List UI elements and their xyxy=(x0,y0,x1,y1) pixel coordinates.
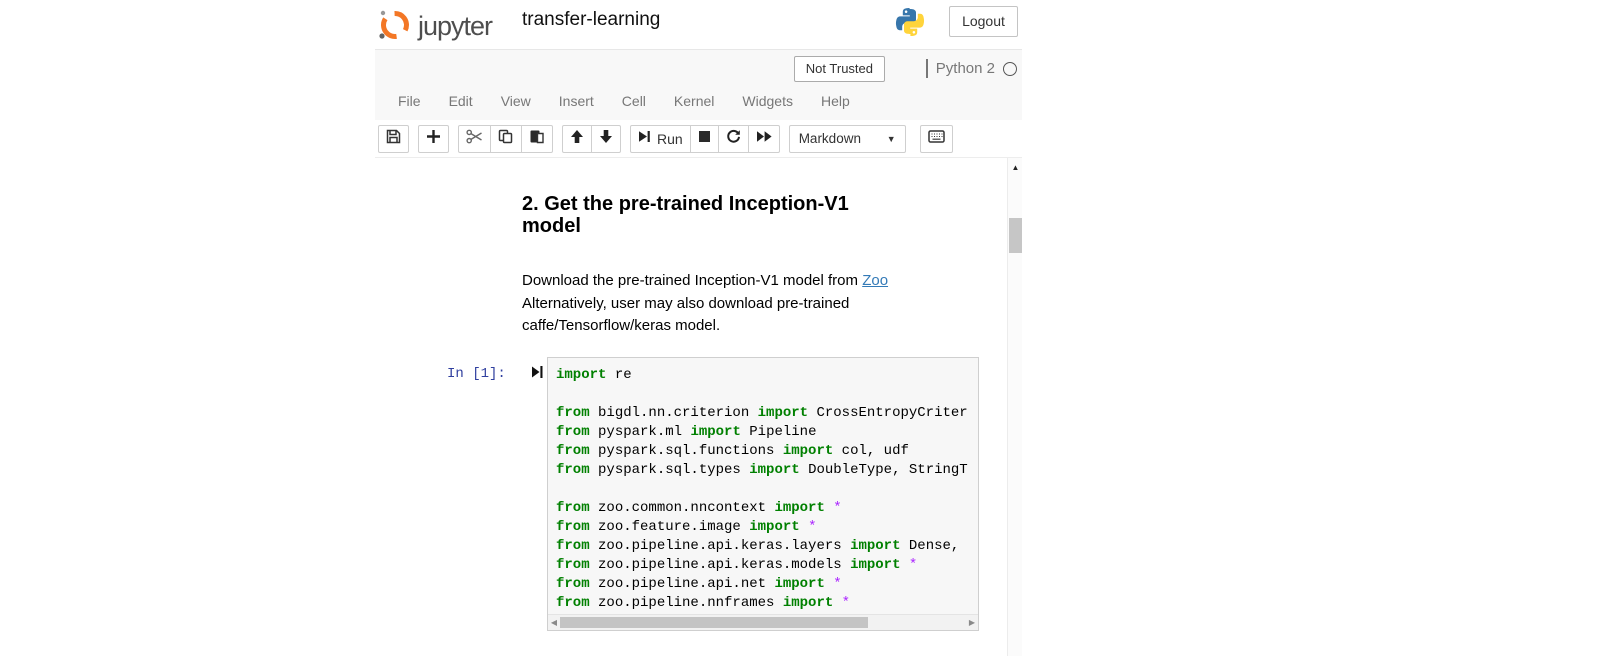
section-heading: 2. Get the pre-trained Inception-V1 mode… xyxy=(522,194,922,237)
cell-type-value: Markdown xyxy=(799,131,861,146)
run-button-label: Run xyxy=(657,131,683,147)
notebook-title[interactable]: transfer-learning xyxy=(522,9,660,31)
kernel-name: Python 2 xyxy=(936,60,995,77)
page-canvas: jupyter transfer-learning Logout Not Tru… xyxy=(0,0,1600,656)
logout-button[interactable]: Logout xyxy=(949,6,1018,37)
menu-edit[interactable]: Edit xyxy=(435,87,487,117)
cell-type-dropdown[interactable]: Markdown ▼ xyxy=(789,125,906,153)
main-toolbar: Run Markdown ▼ xyxy=(375,120,1022,158)
command-palette-button[interactable] xyxy=(920,125,953,153)
jupyter-app: jupyter transfer-learning Logout Not Tru… xyxy=(375,0,1022,656)
not-trusted-badge[interactable]: Not Trusted xyxy=(794,56,885,82)
menu-widgets[interactable]: Widgets xyxy=(728,87,807,117)
menu-cell[interactable]: Cell xyxy=(608,87,660,117)
zoo-link[interactable]: Zoo xyxy=(862,272,888,289)
chevron-down-icon: ▼ xyxy=(887,134,896,144)
keyboard-icon xyxy=(928,130,945,148)
menu-kernel[interactable]: Kernel xyxy=(660,87,728,117)
horizontal-scrollbar[interactable]: ◀ ▶ xyxy=(548,614,978,630)
navbar: Not Trusted Python 2 File Edit View Inse… xyxy=(375,49,1022,120)
scroll-right-icon[interactable]: ▶ xyxy=(966,615,978,630)
vertical-scroll-thumb[interactable] xyxy=(1009,218,1022,253)
restart-kernel-button[interactable] xyxy=(718,125,749,153)
restart-icon xyxy=(726,129,741,149)
save-button[interactable] xyxy=(378,125,409,153)
kernel-indicator: Python 2 xyxy=(926,59,1017,78)
add-cell-icon xyxy=(426,129,441,149)
move-cell-up-button[interactable] xyxy=(562,125,592,153)
input-prompt: In [1]: xyxy=(447,366,506,382)
save-icon xyxy=(386,129,401,149)
python-logo-icon xyxy=(894,6,926,38)
run-cell-button[interactable]: Run xyxy=(630,125,691,153)
vertical-scrollbar[interactable]: ▲ xyxy=(1007,158,1022,656)
code-editor[interactable]: import re from bigdl.nn.criterion import… xyxy=(547,357,979,631)
jupyter-logo-icon xyxy=(377,5,413,48)
scroll-left-icon[interactable]: ◀ xyxy=(548,615,560,630)
move-cell-down-button[interactable] xyxy=(591,125,621,153)
restart-run-all-button[interactable] xyxy=(748,125,780,153)
kernel-idle-icon xyxy=(1003,62,1017,76)
paste-icon xyxy=(529,129,545,149)
scroll-up-icon[interactable]: ▲ xyxy=(1008,162,1022,174)
arrow-up-icon xyxy=(570,129,584,149)
menu-view[interactable]: View xyxy=(487,87,545,117)
run-this-cell-icon[interactable] xyxy=(531,365,545,380)
markdown-cell[interactable]: 2. Get the pre-trained Inception-V1 mode… xyxy=(522,194,922,338)
step-forward-icon xyxy=(638,130,651,148)
interrupt-kernel-button[interactable] xyxy=(690,125,719,153)
cut-cell-button[interactable] xyxy=(458,125,491,153)
copy-icon xyxy=(498,129,514,149)
paste-cell-button[interactable] xyxy=(521,125,553,153)
arrow-down-icon xyxy=(599,129,613,149)
notebook-container: 2. Get the pre-trained Inception-V1 mode… xyxy=(375,158,1022,656)
menu-help[interactable]: Help xyxy=(807,87,864,117)
menu-file[interactable]: File xyxy=(384,87,435,117)
horizontal-scroll-thumb[interactable] xyxy=(560,617,868,628)
header: jupyter transfer-learning Logout xyxy=(375,0,1022,49)
cut-icon xyxy=(466,129,483,149)
jupyter-logo-text: jupyter xyxy=(418,11,492,42)
stop-icon xyxy=(698,130,711,148)
insert-cell-below-button[interactable] xyxy=(418,125,449,153)
code-lines: import re from bigdl.nn.criterion import… xyxy=(548,358,978,614)
kernel-separator xyxy=(926,59,928,78)
markdown-paragraph: Download the pre-trained Inception-V1 mo… xyxy=(522,270,922,338)
jupyter-logo[interactable]: jupyter xyxy=(377,5,492,48)
fast-forward-icon xyxy=(756,130,772,148)
menu-insert[interactable]: Insert xyxy=(545,87,608,117)
menubar: File Edit View Insert Cell Kernel Widget… xyxy=(384,87,864,117)
copy-cell-button[interactable] xyxy=(490,125,522,153)
